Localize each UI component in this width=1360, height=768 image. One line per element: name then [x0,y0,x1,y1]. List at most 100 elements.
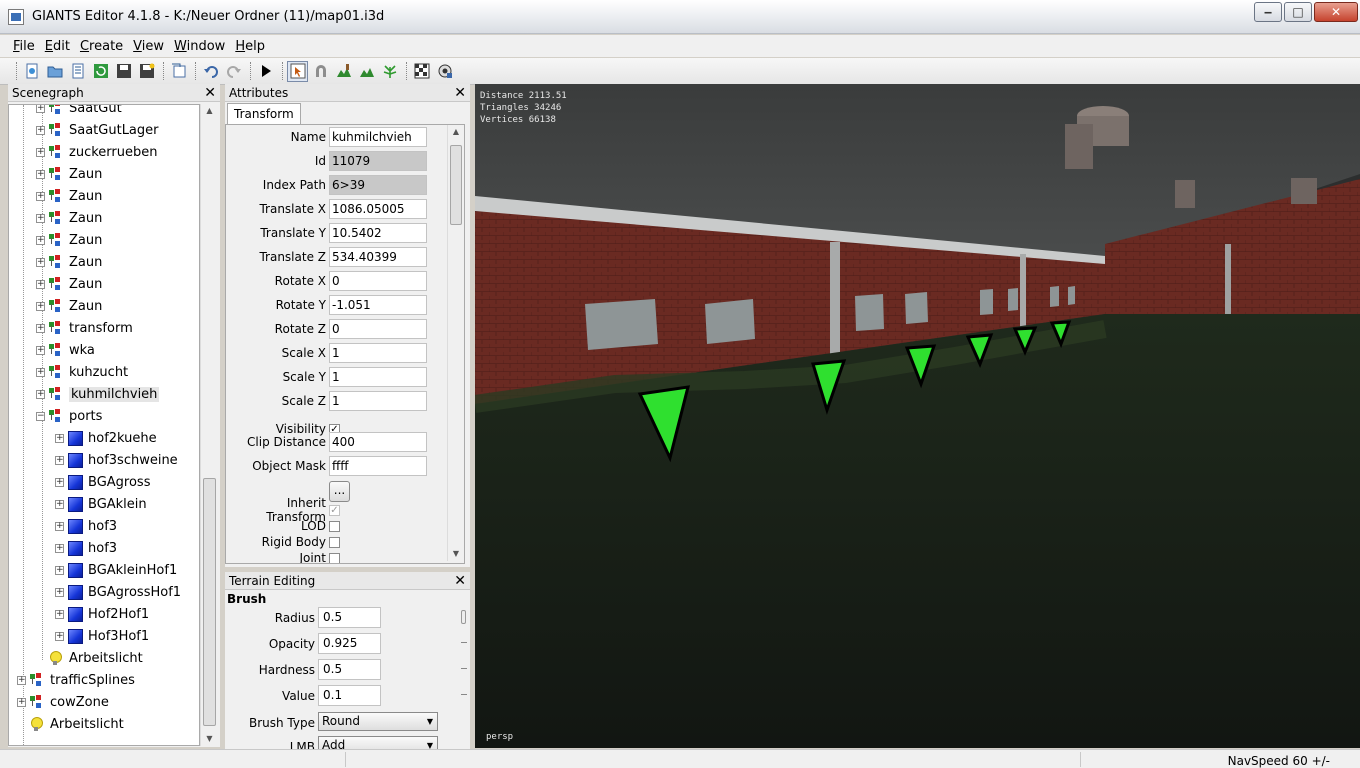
tree-node[interactable]: + BGAkleinHof1 [55,559,177,581]
hardness-field[interactable]: 0.5 [318,659,381,680]
expand-icon[interactable]: + [36,191,45,201]
tree-node[interactable]: + Zaun [36,295,102,317]
collapse-icon[interactable]: − [36,411,45,421]
expand-icon[interactable]: + [36,301,45,311]
attributes-close-icon[interactable]: ✕ [454,85,466,101]
expand-icon[interactable]: + [36,213,45,223]
tree-node[interactable]: + BGAgrossHof1 [55,581,181,603]
menu-create[interactable]: Create [75,39,128,54]
expand-icon[interactable]: + [36,125,45,135]
undo-icon[interactable] [200,61,221,82]
expand-icon[interactable]: + [36,105,45,113]
tree-node[interactable]: + BGAklein [55,493,147,515]
attribute-field[interactable]: -1.051 [329,295,427,315]
expand-icon[interactable]: + [36,367,45,377]
tree-node[interactable]: + Hof2Hof1 [55,603,149,625]
save-icon[interactable] [113,61,134,82]
scroll-up-icon[interactable]: ▲ [201,104,218,118]
expand-icon[interactable]: + [36,169,45,179]
attribute-field[interactable]: kuhmilchvieh [329,127,427,147]
redo-icon[interactable] [223,61,244,82]
expand-icon[interactable]: + [55,609,64,619]
import-icon[interactable] [168,61,189,82]
tree-node[interactable]: + Zaun [36,207,102,229]
tree-node[interactable]: Arbeitslicht [30,713,124,735]
scenegraph-scroll-thumb[interactable] [203,478,216,726]
attribute-field[interactable]: 1086.05005 [329,199,427,219]
expand-icon[interactable]: + [17,675,26,685]
save-as-icon[interactable] [136,61,157,82]
tree-node[interactable]: + kuhmilchvieh [36,383,160,405]
open-icon[interactable] [44,61,65,82]
scenegraph-tree[interactable]: + SaatGut + SaatGutLager + zuckerrueben + Zaun +… [8,104,200,746]
expand-icon[interactable]: + [36,345,45,355]
menu-file[interactable]: File [8,39,40,54]
magnet-icon[interactable] [310,61,331,82]
terrain-paint-icon[interactable] [333,61,354,82]
clip-distance-field[interactable]: 400 [329,432,427,452]
attribute-checkbox[interactable] [329,552,340,563]
settings-icon[interactable] [434,61,455,82]
attribute-checkbox[interactable] [329,520,340,532]
value-field[interactable]: 0.1 [318,685,381,706]
list-icon[interactable] [67,61,88,82]
minimize-button[interactable]: ‒ [1254,2,1282,22]
attribute-field[interactable]: 0 [329,271,427,291]
foliage-icon[interactable] [379,61,400,82]
tree-node[interactable]: + hof3 [55,537,117,559]
tree-node[interactable]: + Zaun [36,251,102,273]
close-window-button[interactable]: ✕ [1314,2,1358,22]
expand-icon[interactable]: + [55,455,64,465]
tree-node[interactable]: + SaatGut [36,105,122,119]
attribute-field[interactable]: 0 [329,319,427,339]
expand-icon[interactable]: + [55,565,64,575]
tree-node[interactable]: + hof3schweine [55,449,178,471]
tree-node[interactable]: + cowZone [17,691,109,713]
attribute-field[interactable]: 1 [329,391,427,411]
scroll-down-icon[interactable]: ▼ [448,547,464,561]
tree-node[interactable]: Arbeitslicht [49,647,143,669]
expand-icon[interactable]: + [55,521,64,531]
menu-help[interactable]: Help [230,39,270,54]
expand-icon[interactable]: + [55,499,64,509]
maximize-button[interactable]: □ [1284,2,1312,22]
attribute-field[interactable]: 534.40399 [329,247,427,267]
expand-icon[interactable]: + [36,279,45,289]
new-icon[interactable] [21,61,42,82]
expand-icon[interactable]: + [55,433,64,443]
opacity-field[interactable]: 0.925 [318,633,381,654]
attribute-field[interactable]: 10.5402 [329,223,427,243]
checker-icon[interactable] [411,61,432,82]
tree-node[interactable]: + zuckerrueben [36,141,157,163]
attribute-field[interactable]: 1 [329,343,427,363]
attribute-checkbox[interactable] [329,536,340,548]
attributes-scroll-thumb[interactable] [450,145,462,225]
terrain-sculpt-icon[interactable] [356,61,377,82]
menu-window[interactable]: Window [169,39,230,54]
scenegraph-scrollbar[interactable]: ▲ ▼ [200,104,218,746]
tree-node[interactable]: + Hof3Hof1 [55,625,149,647]
tree-node[interactable]: + kuhzucht [36,361,128,383]
attribute-field[interactable]: 1 [329,367,427,387]
expand-icon[interactable]: + [55,587,64,597]
tree-node[interactable]: + Zaun [36,229,102,251]
radius-field[interactable]: 0.5 [318,607,381,628]
tree-node[interactable]: + Zaun [36,273,102,295]
tree-node[interactable]: + Zaun [36,163,102,185]
menu-edit[interactable]: Edit [40,39,75,54]
tree-node[interactable]: + Zaun [36,185,102,207]
tree-node[interactable]: + trafficSplines [17,669,135,691]
tree-node[interactable]: − ports [36,405,102,427]
attributes-scrollbar[interactable]: ▲ ▼ [447,125,464,561]
tree-node[interactable]: + wka [36,339,95,361]
play-icon[interactable] [255,61,276,82]
tree-node[interactable]: + BGAgross [55,471,150,493]
3d-viewport[interactable]: Distance 2113.51 Triangles 34246 Vertice… [475,84,1360,748]
brush-type-select[interactable]: Round ▼ [318,712,438,731]
expand-icon[interactable]: + [36,147,45,157]
tab-transform[interactable]: Transform [227,103,301,124]
terrain-editing-close-icon[interactable]: ✕ [454,573,466,589]
object-mask-edit-button[interactable]: ... [329,481,350,502]
expand-icon[interactable]: + [55,631,64,641]
tree-node[interactable]: + hof3 [55,515,117,537]
